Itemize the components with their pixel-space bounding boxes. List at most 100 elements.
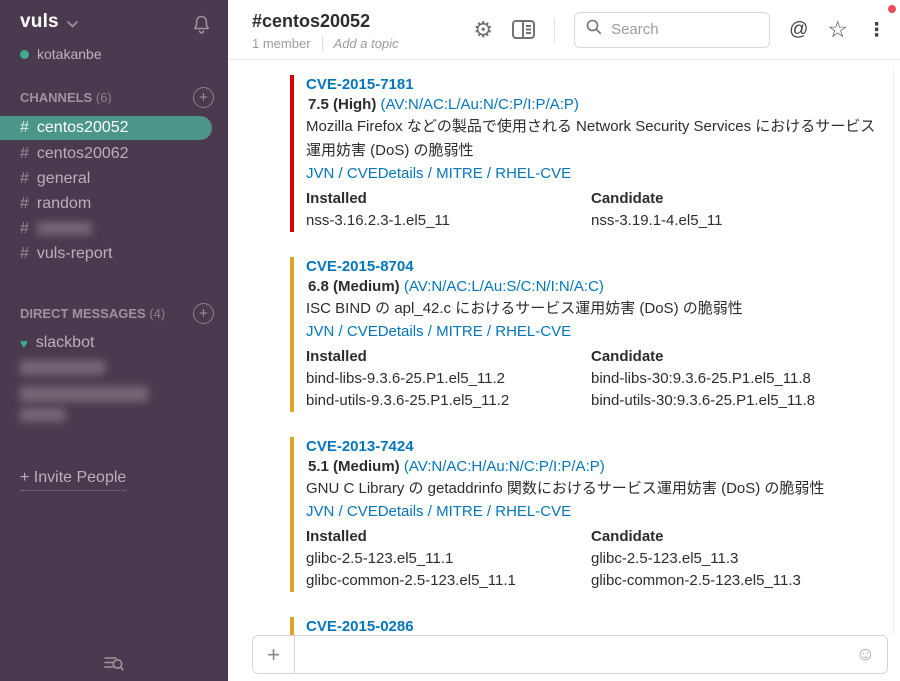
- installed-label: Installed: [306, 527, 591, 546]
- candidate-package: glibc-2.5-123.el5_11.3: [591, 548, 900, 570]
- channel-name: centos20062: [37, 145, 129, 163]
- candidate-label: Candidate: [591, 347, 900, 366]
- severity-score: 5.1 (Medium): [308, 458, 400, 475]
- add-topic-link[interactable]: Add a topic: [334, 36, 399, 51]
- channels-count: (6): [96, 90, 112, 105]
- reference-link[interactable]: JVN: [306, 503, 334, 520]
- sidebar-search-icon[interactable]: [103, 654, 125, 678]
- workspace-menu[interactable]: vuls: [20, 11, 78, 33]
- sidebar: vuls kotakanbe CHANNELS (6) + #: [0, 0, 228, 681]
- sidebar-item-channel[interactable]: # centos20062: [0, 141, 228, 166]
- add-channel-icon[interactable]: +: [193, 87, 214, 108]
- bell-icon[interactable]: [191, 14, 212, 41]
- candidate-package: bind-libs-30:9.3.6-25.P1.el5_11.8: [591, 368, 900, 390]
- reference-link[interactable]: CVEDetails: [347, 323, 424, 340]
- severity-row: 5.1 (Medium) (AV:N/AC:H/Au:N/C:P/I:P/A:P…: [306, 457, 900, 477]
- message-input[interactable]: [295, 646, 844, 663]
- sidebar-item-channel[interactable]: #: [0, 216, 228, 241]
- reference-link[interactable]: MITRE: [436, 165, 483, 182]
- gear-icon[interactable]: ⚙: [473, 19, 493, 41]
- dm-name: slackbot: [36, 334, 95, 352]
- sidebar-item-channel[interactable]: # vuls-report: [0, 241, 228, 266]
- mentions-icon[interactable]: @: [789, 19, 808, 41]
- reference-link[interactable]: RHEL-CVE: [495, 165, 571, 182]
- severity-score: 6.8 (Medium): [308, 278, 400, 295]
- member-count[interactable]: 1 member: [252, 36, 311, 51]
- reference-link[interactable]: CVEDetails: [347, 165, 424, 182]
- installed-field: Installed bind-libs-9.3.6-25.P1.el5_11.2…: [306, 347, 591, 412]
- invite-people-button[interactable]: + Invite People: [20, 469, 126, 491]
- search-icon: [586, 19, 602, 40]
- cvss-vector-link[interactable]: (AV:N/AC:H/Au:N/C:P/I:P/A:P): [404, 458, 605, 475]
- attach-file-button[interactable]: +: [253, 636, 295, 673]
- search-input[interactable]: [611, 21, 758, 38]
- composer-area: + ☺: [228, 635, 900, 681]
- sidebar-item-channel[interactable]: # random: [0, 191, 228, 216]
- candidate-label: Candidate: [591, 189, 900, 208]
- hash-icon: #: [20, 195, 29, 213]
- channels-section: CHANNELS (6) + # centos20052 # centos200…: [0, 87, 228, 266]
- dms-header[interactable]: DIRECT MESSAGES (4): [20, 306, 165, 321]
- reference-links: JVN / CVEDetails / MITRE / RHEL-CVE: [306, 321, 900, 342]
- user-presence[interactable]: kotakanbe: [0, 41, 228, 62]
- sidebar-item-channel[interactable]: # centos20052: [0, 116, 212, 140]
- sidebar-item-channel[interactable]: # general: [0, 166, 228, 191]
- severity-row: 7.5 (High) (AV:N/AC:L/Au:N/C:P/I:P/A:P): [306, 95, 900, 115]
- channel-name: general: [37, 170, 90, 188]
- candidate-package: nss-3.19.1-4.el5_11: [591, 210, 900, 232]
- candidate-field: Candidate glibc-2.5-123.el5_11.3glibc-co…: [591, 527, 900, 592]
- cve-title-link[interactable]: CVE-2015-8704: [306, 257, 414, 277]
- redacted-name: [20, 386, 148, 402]
- user-name: kotakanbe: [37, 46, 102, 62]
- reference-link[interactable]: RHEL-CVE: [495, 503, 571, 520]
- cvss-vector-link[interactable]: (AV:N/AC:L/Au:S/C:N/I:N/A:C): [404, 278, 604, 295]
- cve-attachment: CVE-2015-0286: [290, 617, 900, 637]
- channel-header: #centos20052 1 member Add a topic ⚙: [228, 0, 900, 60]
- installed-package: nss-3.16.2.3-1.el5_11: [306, 210, 591, 232]
- redacted-name: [37, 222, 92, 235]
- hash-icon: #: [20, 220, 29, 238]
- chevron-down-icon: [67, 15, 78, 33]
- dms-header-label: DIRECT MESSAGES: [20, 306, 146, 321]
- dms-count: (4): [149, 306, 165, 321]
- severity-row: 6.8 (Medium) (AV:N/AC:L/Au:S/C:N/I:N/A:C…: [306, 277, 900, 297]
- cve-title-link[interactable]: CVE-2015-7181: [306, 75, 414, 95]
- installed-field: Installed nss-3.16.2.3-1.el5_11: [306, 189, 591, 232]
- candidate-package: glibc-common-2.5-123.el5_11.3: [591, 570, 900, 592]
- installed-package: bind-utils-9.3.6-25.P1.el5_11.2: [306, 390, 591, 412]
- reference-link[interactable]: MITRE: [436, 323, 483, 340]
- reference-link[interactable]: CVEDetails: [347, 503, 424, 520]
- cve-attachment: CVE-2015-8704 6.8 (Medium) (AV:N/AC:L/Au…: [290, 257, 900, 412]
- cve-description: GNU C Library の getaddrinfo 関数におけるサービス運用…: [306, 477, 886, 501]
- reference-links: JVN / CVEDetails / MITRE / RHEL-CVE: [306, 501, 900, 522]
- add-dm-icon[interactable]: +: [193, 303, 214, 324]
- reference-link[interactable]: MITRE: [436, 503, 483, 520]
- channels-header[interactable]: CHANNELS (6): [20, 90, 112, 105]
- cve-title-link[interactable]: CVE-2013-7424: [306, 437, 414, 457]
- more-options-icon[interactable]: ⋮: [867, 19, 886, 40]
- channel-name: random: [37, 195, 91, 213]
- installed-label: Installed: [306, 347, 591, 366]
- reference-link[interactable]: JVN: [306, 323, 334, 340]
- reference-link[interactable]: RHEL-CVE: [495, 323, 571, 340]
- details-pane-icon[interactable]: [512, 20, 535, 39]
- cve-description: Mozilla Firefox などの製品で使用される Network Secu…: [306, 115, 886, 163]
- redacted-name: [20, 360, 105, 375]
- cvss-vector-link[interactable]: (AV:N/AC:L/Au:N/C:P/I:P/A:P): [381, 96, 579, 113]
- emoji-picker-icon[interactable]: ☺: [856, 645, 875, 664]
- hash-icon: #: [20, 170, 29, 188]
- search-box[interactable]: [574, 12, 770, 48]
- divider: [322, 36, 323, 51]
- sidebar-item-dm[interactable]: [0, 357, 228, 383]
- sidebar-item-dm[interactable]: ♥ slackbot: [0, 331, 228, 357]
- reference-link[interactable]: JVN: [306, 165, 334, 182]
- sidebar-item-dm[interactable]: [0, 383, 228, 425]
- candidate-values: glibc-2.5-123.el5_11.3glibc-common-2.5-1…: [591, 548, 900, 592]
- hash-icon: #: [20, 245, 29, 263]
- slack-app: vuls kotakanbe CHANNELS (6) + #: [0, 0, 900, 681]
- dm-list: ♥ slackbot: [0, 331, 228, 425]
- cve-title-link[interactable]: CVE-2015-0286: [306, 617, 414, 637]
- starred-items-icon[interactable]: ☆: [827, 18, 848, 41]
- channel-title[interactable]: #centos20052: [252, 11, 473, 32]
- installed-values: bind-libs-9.3.6-25.P1.el5_11.2bind-utils…: [306, 368, 591, 412]
